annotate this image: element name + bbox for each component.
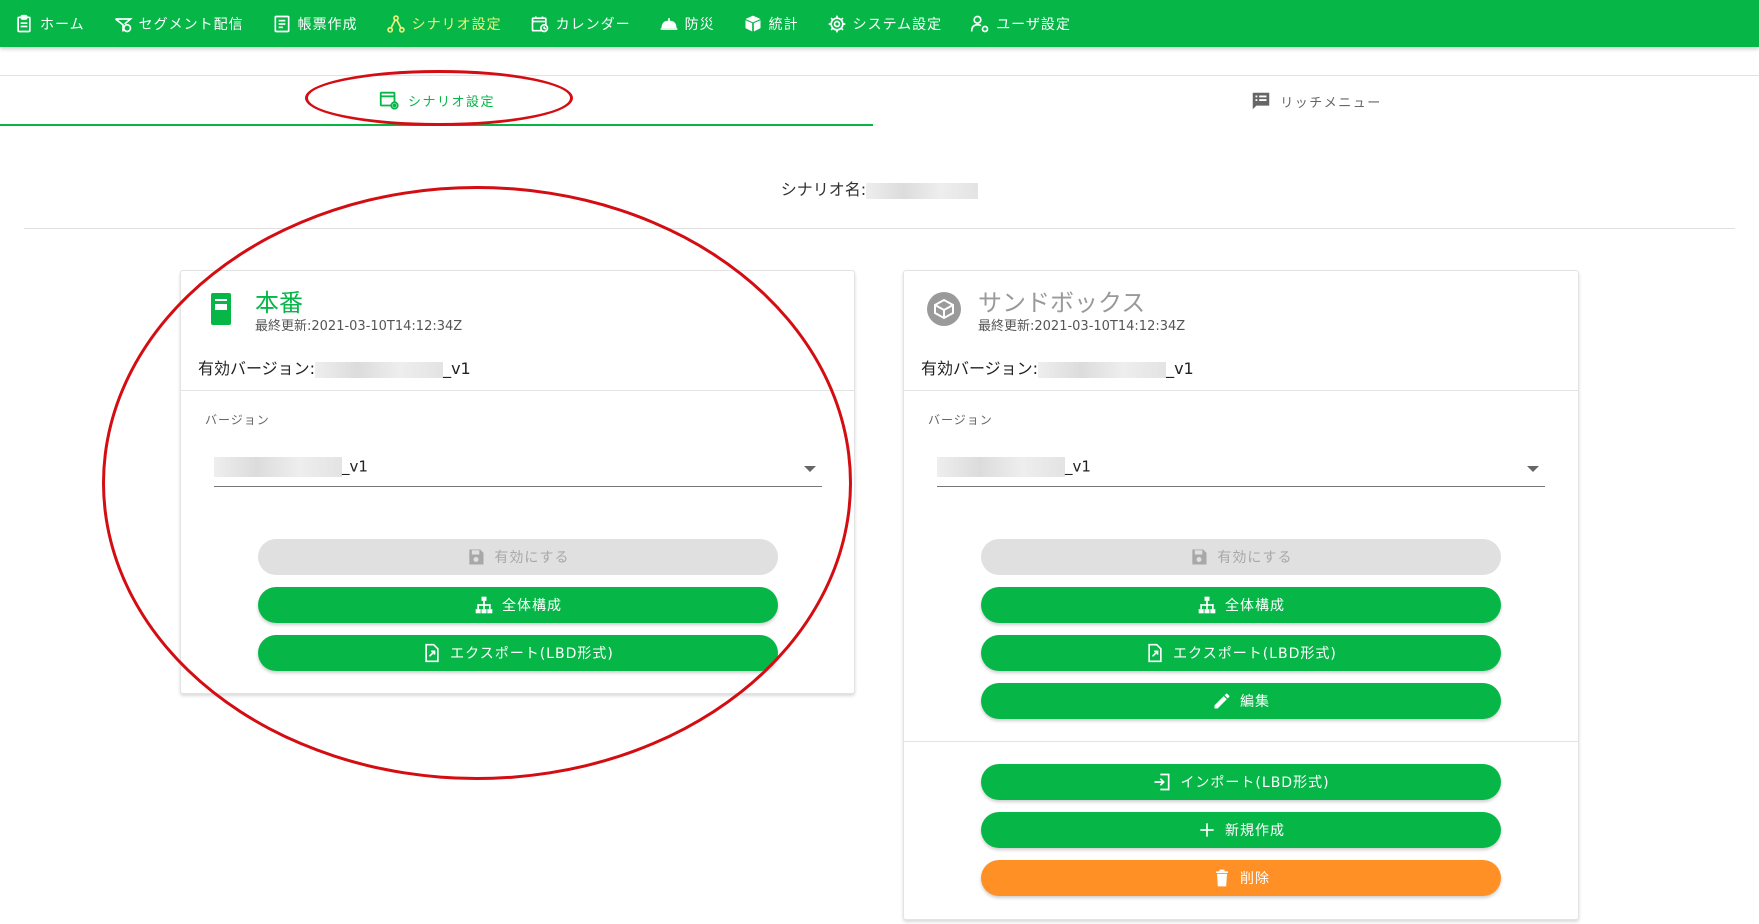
- nav-label: 帳票作成: [297, 16, 358, 33]
- button-label: 削除: [1240, 871, 1270, 887]
- calendar-icon: [531, 16, 548, 32]
- nav-label: ホーム: [40, 16, 85, 33]
- sandbox-version-select[interactable]: _v1: [937, 457, 1545, 487]
- nav-item-stats[interactable]: 統計: [743, 14, 799, 34]
- export-button[interactable]: エクスポート(LBD形式): [981, 635, 1501, 671]
- nav-item-segment[interactable]: セグメント配信: [113, 14, 244, 34]
- edit-button[interactable]: 編集: [981, 683, 1501, 719]
- nav-item-scenario[interactable]: シナリオ設定: [386, 14, 502, 34]
- overview-button[interactable]: 全体構成: [981, 587, 1501, 623]
- sitemap-icon: [1198, 596, 1216, 614]
- annotation-ellipse: [102, 186, 852, 780]
- stats-icon: [745, 15, 761, 31]
- page: ホーム セグメント配信 帳票作成 シナリオ設定 カレンダー 防災 統計 システム…: [0, 0, 1759, 924]
- tab-label: リッチメニュー: [1280, 95, 1382, 111]
- button-label: インポート(LBD形式): [1180, 775, 1330, 791]
- trash-icon: [1216, 869, 1228, 887]
- version-label: バージョン: [928, 413, 993, 427]
- button-label: 編集: [1240, 694, 1270, 710]
- segment-delivery-icon: [114, 17, 133, 32]
- disaster-icon: [660, 17, 677, 30]
- file-export-icon: [1148, 643, 1162, 663]
- scenario-icon: [386, 14, 405, 33]
- nav-label: 防災: [684, 16, 715, 33]
- version-suffix: _v1: [1065, 457, 1091, 476]
- activate-button[interactable]: 有効にする: [981, 539, 1501, 575]
- plus-icon: [1200, 823, 1214, 837]
- chevron-down-icon: [1527, 466, 1539, 472]
- redacted-value: [866, 182, 979, 199]
- redacted-value: [1038, 361, 1167, 378]
- version-value: _v1: [937, 457, 1091, 477]
- create-button[interactable]: 新規作成: [981, 812, 1501, 848]
- tab-rich-menu[interactable]: リッチメニュー: [873, 76, 1759, 126]
- nav-item-user-settings[interactable]: ユーザ設定: [970, 14, 1071, 34]
- scenario-name-label: シナリオ名:: [780, 180, 867, 199]
- pencil-icon: [1214, 693, 1230, 709]
- nav-label: 統計: [768, 16, 799, 33]
- nav-item-calendar[interactable]: カレンダー: [530, 14, 631, 34]
- redacted-value: [937, 457, 1065, 477]
- divider: [904, 741, 1578, 742]
- active-version-suffix: _v1: [1166, 359, 1194, 378]
- button-label: 全体構成: [1225, 598, 1285, 614]
- form-icon: [274, 15, 290, 32]
- gear-icon: [828, 15, 845, 32]
- nav-label: シナリオ設定: [411, 16, 502, 33]
- nav-item-home[interactable]: ホーム: [14, 14, 85, 34]
- chat-list-icon: [1252, 92, 1270, 110]
- clipboard-icon: [17, 14, 31, 32]
- sandbox-card: サンドボックス 最終更新:2021-03-10T14:12:34Z 有効バージョ…: [903, 270, 1579, 920]
- tab-bar: シナリオ設定 リッチメニュー: [0, 75, 1759, 126]
- button-label: 有効にする: [1217, 550, 1293, 566]
- button-label: エクスポート(LBD形式): [1173, 646, 1337, 662]
- import-button[interactable]: インポート(LBD形式): [981, 764, 1501, 800]
- sandbox-card-header: サンドボックス 最終更新:2021-03-10T14:12:34Z 有効バージョ…: [904, 271, 1578, 391]
- button-label: 新規作成: [1225, 823, 1285, 839]
- active-version-label: 有効バージョン:: [921, 359, 1039, 378]
- nav-label: セグメント配信: [138, 16, 244, 33]
- nav-item-system-settings[interactable]: システム設定: [827, 14, 943, 34]
- sandbox-title: サンドボックス: [978, 289, 1146, 317]
- sandbox-active-version: 有効バージョン: _v1: [921, 355, 1194, 379]
- top-nav: ホーム セグメント配信 帳票作成 シナリオ設定 カレンダー 防災 統計 システム…: [0, 0, 1759, 47]
- sandbox-icon: [927, 292, 961, 326]
- save-icon: [1192, 549, 1207, 565]
- import-icon: [1154, 773, 1170, 791]
- delete-button[interactable]: 削除: [981, 860, 1501, 896]
- nav-item-forms[interactable]: 帳票作成: [272, 14, 358, 34]
- nav-item-disaster[interactable]: 防災: [659, 14, 715, 34]
- user-settings-icon: [971, 15, 989, 32]
- nav-label: カレンダー: [555, 16, 631, 33]
- scenario-name: シナリオ名:: [0, 176, 1759, 200]
- nav-label: システム設定: [852, 16, 943, 33]
- nav-label: ユーザ設定: [996, 16, 1071, 33]
- sandbox-updated: 最終更新:2021-03-10T14:12:34Z: [978, 319, 1186, 334]
- annotation-ellipse: [305, 70, 573, 126]
